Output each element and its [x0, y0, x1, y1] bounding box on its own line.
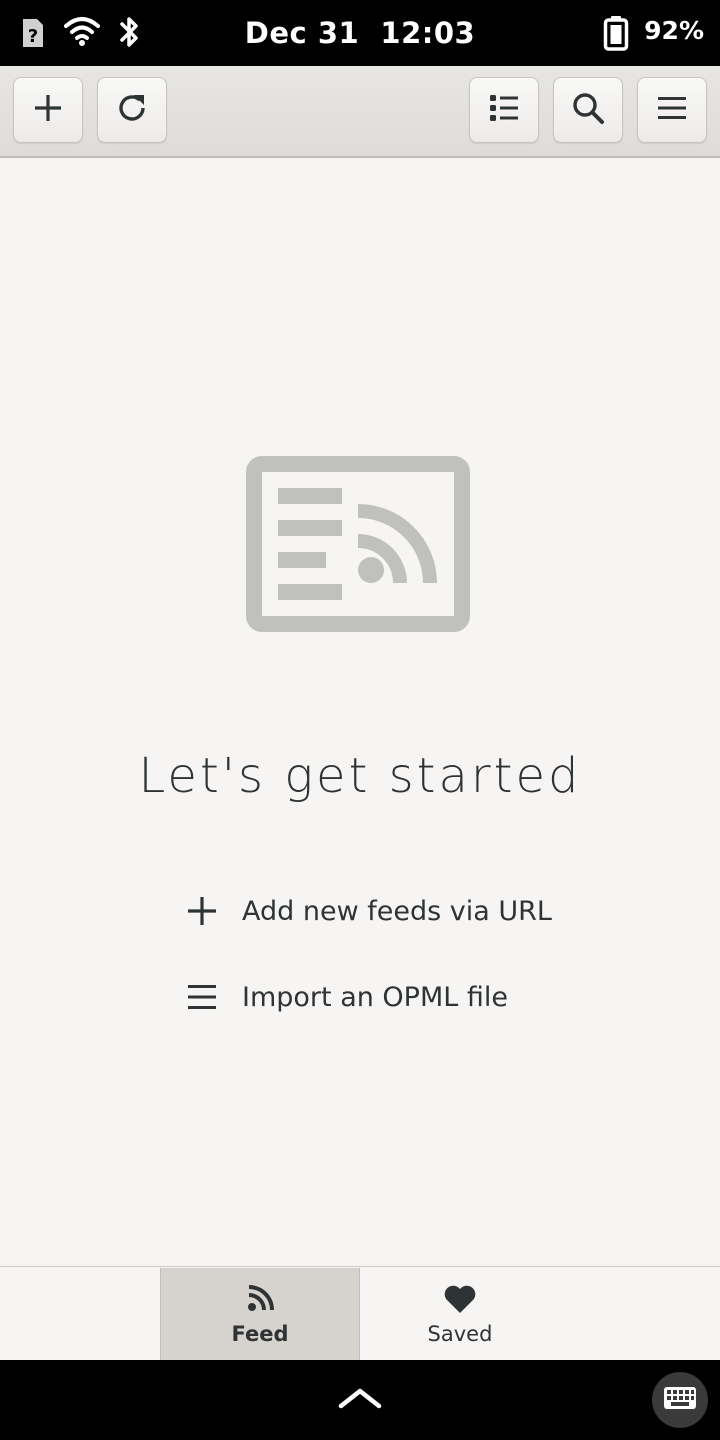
- menu-icon: [656, 92, 688, 128]
- header-bar: [0, 66, 720, 158]
- tab-saved[interactable]: Saved: [360, 1268, 560, 1361]
- search-button[interactable]: [553, 77, 623, 143]
- heart-icon: [443, 1282, 477, 1316]
- keyboard-icon: [663, 1386, 697, 1414]
- list-icon: [184, 979, 220, 1015]
- battery-icon: [603, 15, 629, 55]
- tab-feed[interactable]: Feed: [160, 1268, 360, 1361]
- empty-state-title: Let's get started: [138, 748, 582, 804]
- add-feeds-url-action[interactable]: Add new feeds via URL: [184, 886, 552, 936]
- list-view-button[interactable]: [469, 77, 539, 143]
- refresh-button[interactable]: [97, 77, 167, 143]
- add-icon: [32, 92, 64, 128]
- keyboard-button[interactable]: [652, 1372, 708, 1428]
- status-bar: ? Dec 31 12:03 92%: [0, 0, 720, 66]
- tab-feed-label: Feed: [231, 1322, 289, 1346]
- add-feeds-url-label: Add new feeds via URL: [242, 895, 552, 927]
- import-opml-label: Import an OPML file: [242, 981, 509, 1013]
- chevron-up-icon[interactable]: [338, 1386, 382, 1414]
- add-feed-button[interactable]: [13, 77, 83, 143]
- rss-icon: [246, 1282, 274, 1316]
- battery-percent: 92%: [644, 16, 704, 45]
- refresh-icon: [114, 90, 150, 130]
- tab-saved-label: Saved: [427, 1322, 493, 1346]
- view-switcher: Feed Saved: [0, 1266, 720, 1361]
- search-icon: [571, 91, 605, 129]
- import-opml-action[interactable]: Import an OPML file: [184, 972, 508, 1022]
- plus-icon: [184, 893, 220, 929]
- status-date: Dec 31: [244, 16, 360, 50]
- main-menu-button[interactable]: [637, 77, 707, 143]
- bottom-bar: [0, 1360, 720, 1440]
- status-time: 12:03: [380, 16, 476, 50]
- feed-reader-icon: [246, 456, 470, 636]
- list-view-icon: [488, 92, 520, 128]
